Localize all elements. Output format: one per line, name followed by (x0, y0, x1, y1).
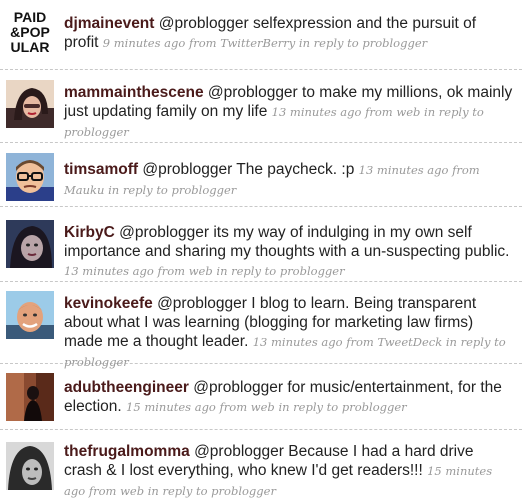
source-link[interactable]: web (396, 105, 420, 119)
tweet-item: adubtheengineer @problogger for music/en… (0, 364, 522, 430)
source-link[interactable]: Mauku (64, 183, 104, 197)
author-link[interactable]: timsamoff (64, 161, 138, 178)
avatar-adubtheengineer[interactable] (6, 373, 54, 421)
user-photo-avatar (6, 220, 54, 268)
source-link[interactable]: web (189, 264, 213, 278)
timestamp-link[interactable]: 15 minutes ago (126, 400, 216, 414)
in-reply-to-link[interactable]: in reply to problogger (278, 400, 406, 414)
timestamp-link[interactable]: 13 minutes ago (272, 105, 362, 119)
tweet-content: adubtheengineer @problogger for music/en… (64, 378, 514, 417)
mention-link[interactable]: @problogger (208, 84, 298, 101)
author-link[interactable]: thefrugalmomma (64, 443, 190, 460)
mention-link[interactable]: @problogger (194, 443, 284, 460)
in-reply-to-link[interactable]: in reply to problogger (216, 264, 344, 278)
tweet-item: kevinokeefe @problogger I blog to learn.… (0, 282, 522, 369)
in-reply-to-link[interactable]: in reply to problogger (108, 183, 236, 197)
avatar-kevinokeefe[interactable] (6, 291, 54, 339)
avatar-djmainevent[interactable]: PAID &POP ULAR (6, 8, 54, 56)
tweet-item: mammainthescene @problogger to make my m… (0, 70, 522, 143)
tweet-content: mammainthescene @problogger to make my m… (64, 83, 514, 142)
paid-and-popular-logo: PAID &POP ULAR (6, 8, 54, 56)
author-link[interactable]: kevinokeefe (64, 295, 153, 312)
tweet-item: thefrugalmomma @problogger Because I had… (0, 430, 522, 503)
svg-text:PAID: PAID (14, 9, 46, 25)
source-link[interactable]: web (120, 484, 144, 498)
mention-link[interactable]: @problogger (157, 295, 247, 312)
avatar-kirbyc[interactable] (6, 220, 54, 268)
tweet-content: timsamoff @problogger The paycheck. :p 1… (64, 160, 514, 200)
author-link[interactable]: mammainthescene (64, 84, 204, 101)
tweet-content: djmainevent @problogger selfexpression a… (64, 14, 514, 53)
avatar-mammainthescene[interactable] (6, 80, 54, 128)
user-photo-avatar (6, 442, 54, 490)
tweet-item: KirbyC @problogger its my way of indulgi… (0, 207, 522, 282)
author-link[interactable]: adubtheengineer (64, 379, 189, 396)
avatar-thefrugalmomma[interactable] (6, 442, 54, 490)
user-photo-avatar (6, 153, 54, 201)
source-link[interactable]: TweetDeck (377, 335, 442, 349)
from-label: from (88, 484, 117, 498)
from-label: from (346, 335, 374, 349)
from-label: from (452, 163, 480, 177)
user-photo-avatar (6, 80, 54, 128)
author-link[interactable]: KirbyC (64, 224, 115, 241)
tweet-meta: 13 minutes ago from web in reply to prob… (64, 264, 345, 278)
tweet-meta: 9 minutes ago from TwitterBerry in reply… (103, 36, 427, 50)
user-photo-avatar (6, 291, 54, 339)
tweet-meta: 15 minutes ago from web in reply to prob… (126, 400, 407, 414)
author-link[interactable]: djmainevent (64, 15, 154, 32)
mention-link[interactable]: @problogger (142, 161, 232, 178)
tweet-content: thefrugalmomma @problogger Because I had… (64, 442, 514, 501)
mention-link[interactable]: @problogger (159, 15, 249, 32)
tweet-content: KirbyC @problogger its my way of indulgi… (64, 223, 514, 281)
tweet-item: PAID &POP ULAR djmainevent @problogger s… (0, 0, 522, 70)
from-label: from (188, 36, 217, 50)
svg-text:&POP: &POP (10, 24, 50, 40)
mention-link[interactable]: @problogger (119, 224, 209, 241)
from-label: from (219, 400, 248, 414)
in-reply-to-link[interactable]: in reply to problogger (299, 36, 427, 50)
user-photo-avatar (6, 373, 54, 421)
timestamp-link[interactable]: 13 minutes ago (359, 163, 449, 177)
avatar-timsamoff[interactable] (6, 153, 54, 201)
from-label: from (157, 264, 186, 278)
tweet-text: The paycheck. :p (236, 161, 355, 178)
source-link[interactable]: TwitterBerry (220, 36, 295, 50)
source-link[interactable]: web (251, 400, 275, 414)
tweet-content: kevinokeefe @problogger I blog to learn.… (64, 294, 514, 372)
mention-link[interactable]: @problogger (193, 379, 283, 396)
in-reply-to-link[interactable]: in reply to problogger (148, 484, 276, 498)
tweet-timeline: PAID &POP ULAR djmainevent @problogger s… (0, 0, 522, 503)
timestamp-link[interactable]: 9 minutes ago (103, 36, 186, 50)
from-label: from (365, 105, 393, 119)
timestamp-link[interactable]: 13 minutes ago (253, 335, 343, 349)
svg-text:ULAR: ULAR (11, 39, 50, 55)
timestamp-link[interactable]: 13 minutes ago (64, 264, 154, 278)
tweet-item: timsamoff @problogger The paycheck. :p 1… (0, 143, 522, 207)
